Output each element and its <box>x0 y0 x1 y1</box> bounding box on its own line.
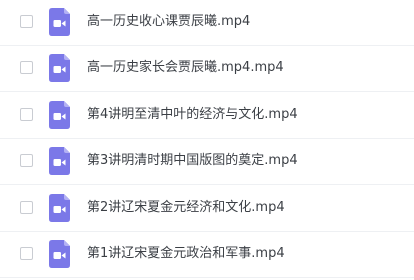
file-name[interactable]: 第3讲明清时期中国版图的奠定.mp4 <box>87 152 298 169</box>
row-checkbox[interactable] <box>20 154 33 167</box>
file-row[interactable]: 第1讲辽宋夏金元政治和军事.mp4 <box>0 232 414 278</box>
file-name[interactable]: 第4讲明至清中叶的经济与文化.mp4 <box>87 106 298 123</box>
file-list: 高一历史收心课贾辰曦.mp4 高一历史家长会贾辰曦.mp4.mp4 第4讲明至清… <box>0 0 414 280</box>
file-row[interactable]: 第4讲明至清中叶的经济与文化.mp4 <box>0 93 414 139</box>
file-name[interactable]: 第2讲辽宋夏金元经济和文化.mp4 <box>87 199 285 216</box>
file-row[interactable]: 第2讲辽宋夏金元经济和文化.mp4 <box>0 186 414 232</box>
video-file-icon <box>49 194 70 222</box>
video-file-icon <box>49 8 70 36</box>
row-checkbox[interactable] <box>20 108 33 121</box>
video-file-icon <box>49 101 70 129</box>
video-file-icon <box>49 54 70 82</box>
row-checkbox[interactable] <box>20 15 33 28</box>
file-name[interactable]: 第1讲辽宋夏金元政治和军事.mp4 <box>87 245 285 262</box>
row-checkbox[interactable] <box>20 201 33 214</box>
file-row[interactable]: 高一历史收心课贾辰曦.mp4 <box>0 0 414 46</box>
file-row[interactable]: 高一历史家长会贾辰曦.mp4.mp4 <box>0 46 414 92</box>
file-row[interactable]: 第3讲明清时期中国版图的奠定.mp4 <box>0 139 414 185</box>
row-checkbox[interactable] <box>20 61 33 74</box>
video-file-icon <box>49 147 70 175</box>
file-name[interactable]: 高一历史家长会贾辰曦.mp4.mp4 <box>87 59 284 76</box>
file-name[interactable]: 高一历史收心课贾辰曦.mp4 <box>87 13 250 30</box>
video-file-icon <box>49 240 70 268</box>
row-checkbox[interactable] <box>20 247 33 260</box>
